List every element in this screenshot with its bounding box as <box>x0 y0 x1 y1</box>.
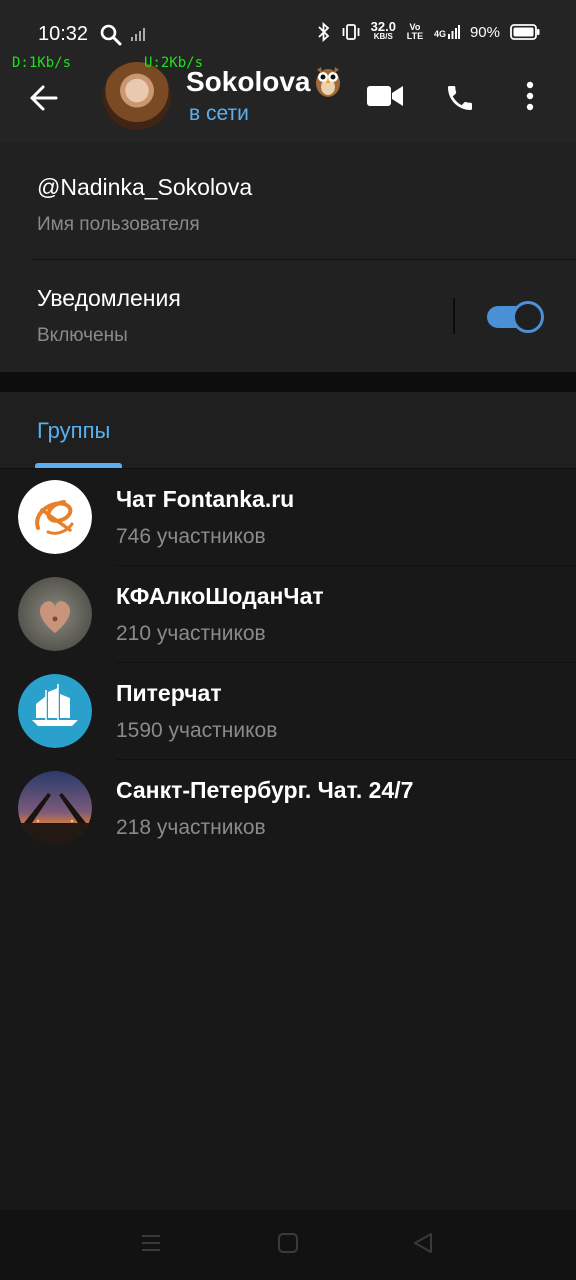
speed-value: 32.0 <box>370 19 396 34</box>
username-label: Имя пользователя <box>37 214 200 235</box>
system-nav-bar <box>0 1210 576 1280</box>
group-avatar-piterchat <box>18 674 92 748</box>
profile-avatar[interactable] <box>103 62 171 130</box>
media-tabs: Группы <box>0 392 576 469</box>
username-value: @Nadinka_Sokolova <box>37 174 253 200</box>
group-members: 218 участников <box>116 816 266 839</box>
battery-percent: 90% <box>469 23 500 41</box>
owl-emoji-icon <box>316 67 340 97</box>
signal-small-icon <box>131 28 145 41</box>
phone-call-icon[interactable] <box>444 82 476 114</box>
vertical-separator <box>453 298 455 334</box>
bluetooth-icon <box>318 22 329 42</box>
more-options-icon[interactable] <box>526 80 534 112</box>
volte-label: Vo LTE <box>406 22 424 41</box>
toggle-knob <box>512 301 544 333</box>
chat-header: Sokolova в сети <box>0 52 576 142</box>
back-arrow-icon[interactable] <box>28 82 60 114</box>
username-row[interactable]: @Nadinka_Sokolova Имя пользователя <box>37 174 252 236</box>
net-upload-speed: U:2Kb/s <box>144 55 204 71</box>
vibrate-icon <box>342 24 360 40</box>
group-name: Санкт-Петербург. Чат. 24/7 <box>116 777 414 803</box>
status-time: 10:32 <box>38 23 89 45</box>
notifications-status: Включены <box>37 325 128 346</box>
group-avatar-kfalko <box>18 577 92 651</box>
back-nav-icon[interactable] <box>412 1232 434 1254</box>
speed-unit: KB/S <box>373 32 393 41</box>
network-type: 4G <box>433 29 446 39</box>
group-members: 746 участников <box>116 525 266 548</box>
net-download-speed: D:1Kb/s <box>12 55 72 71</box>
list-item[interactable]: Чат Fontanka.ru 746 участников <box>0 469 576 566</box>
video-call-icon[interactable] <box>366 82 404 110</box>
signal-bars-icon <box>447 25 460 39</box>
group-name: КФАлкоШоданЧат <box>116 583 324 609</box>
list-item[interactable]: КФАлкоШоданЧат 210 участников <box>0 566 576 663</box>
notifications-row[interactable]: Уведомления Включены <box>37 285 181 347</box>
profile-info-card: @Nadinka_Sokolova Имя пользователя Уведо… <box>0 142 576 372</box>
group-members: 210 участников <box>116 622 266 645</box>
search-status-icon <box>100 24 122 46</box>
fontanka-logo-icon <box>18 480 92 554</box>
notifications-toggle[interactable] <box>487 301 544 333</box>
status-bar: 10:32 32.0 KB/S Vo LTE 4G 90% <box>0 0 576 52</box>
groups-list: Чат Fontanka.ru 746 участников КФАлкоШод… <box>0 469 576 857</box>
divider <box>32 259 576 260</box>
online-status: в сети <box>189 102 249 125</box>
group-avatar-fontanka <box>18 480 92 554</box>
sailing-ship-icon <box>18 674 92 748</box>
group-avatar-spb <box>18 771 92 845</box>
recent-apps-icon[interactable] <box>140 1232 162 1254</box>
heart-wood-icon <box>18 577 92 651</box>
group-name: Питерчат <box>116 680 222 706</box>
battery-icon <box>510 24 540 40</box>
group-name: Чат Fontanka.ru <box>116 486 295 512</box>
home-icon[interactable] <box>277 1232 299 1254</box>
notifications-title: Уведомления <box>37 285 181 311</box>
speed-indicator: 32.0 KB/S <box>370 19 396 42</box>
bridge-photo-icon <box>18 771 92 845</box>
list-item[interactable]: Санкт-Петербург. Чат. 24/7 218 участнико… <box>0 760 576 857</box>
group-members: 1590 участников <box>116 719 278 742</box>
tab-groups[interactable]: Группы <box>37 418 110 444</box>
section-gap <box>0 372 576 392</box>
list-item[interactable]: Питерчат 1590 участников <box>0 663 576 760</box>
tab-active-indicator <box>35 463 122 468</box>
mobile-signal: 4G <box>434 25 460 39</box>
profile-name[interactable]: Sokolova <box>186 66 310 98</box>
